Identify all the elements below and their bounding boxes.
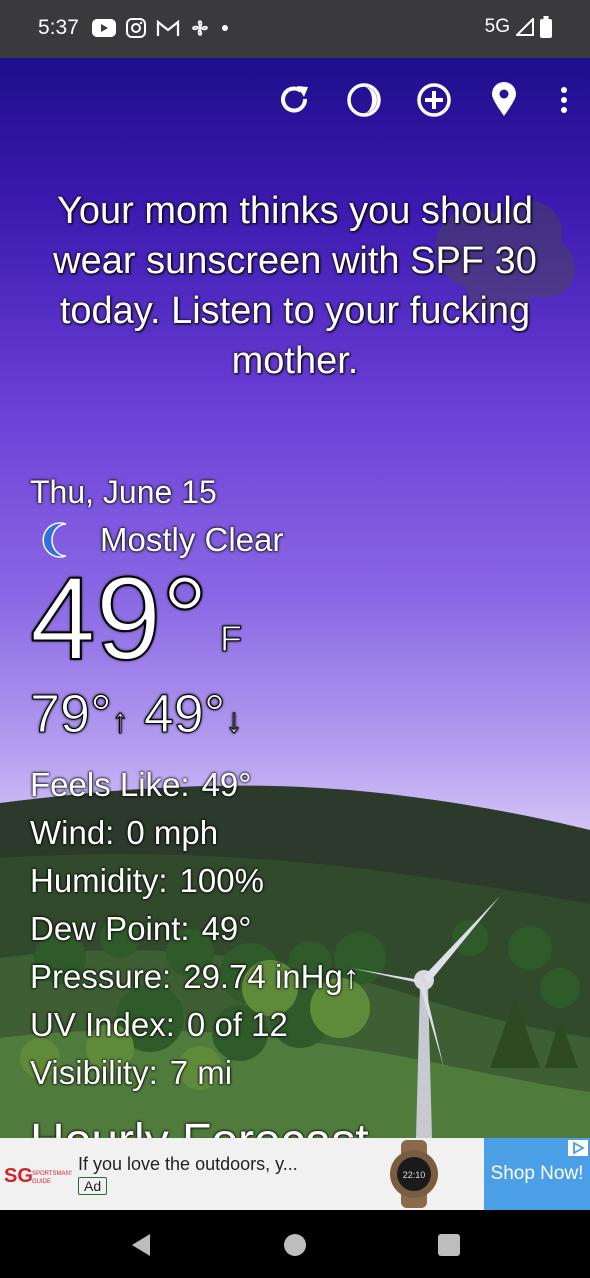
status-time: 5:37 [38,16,79,39]
temperature-row: 49° F [29,553,369,685]
stat-value: 0 of 12 [186,1006,288,1043]
location-pin-icon [492,82,516,116]
adchoices-icon[interactable] [568,1140,588,1156]
instagram-icon [126,18,146,38]
ad-badge: Ad [78,1177,108,1195]
stat-value: 0 mph [126,814,219,851]
system-nav-bar [0,1210,590,1278]
youtube-icon [92,19,116,37]
more-menu-button[interactable] [552,80,576,120]
stat-label: Visibility: [30,1054,158,1091]
stat-dew-point: Dew Point: 49° [30,905,369,953]
fan-icon [192,20,208,36]
stat-value: 29.74 inHg↑ [183,958,360,995]
svg-text:SPORTSMAN'S: SPORTSMAN'S [32,1171,72,1177]
high-arrow: ↑ [111,702,129,741]
stat-label: Feels Like: [30,766,190,803]
current-temperature: 49° [29,553,209,685]
add-location-icon [417,83,451,117]
home-icon[interactable] [280,1230,310,1260]
stats-list: Feels Like: 49° Wind: 0 mph Humidity: 100% … [30,761,369,1097]
advertiser-logo: SG SPORTSMAN'S GUIDE [2,1158,72,1192]
theme-icon [347,83,381,117]
ad-headline[interactable]: If you love the outdoors, y... [78,1154,298,1175]
hourly-forecast-heading: Hourly Forecast [30,1117,369,1139]
high-temperature: 79° [30,684,113,745]
refresh-icon [281,86,308,113]
location-button[interactable] [482,80,526,120]
network-type: 5G [484,16,510,37]
gmail-icon [156,19,180,36]
temperature-unit: F [220,618,243,660]
watch-product-image: 22:10 [390,1140,438,1208]
stat-humidity: Humidity: 100% [30,857,369,905]
stat-pressure: Pressure: 29.74 inHg↑ [30,953,369,1001]
stat-value: 100% [179,862,264,899]
app-toolbar [272,80,576,120]
theme-button[interactable] [342,80,386,120]
more-menu-icon [561,87,567,113]
svg-text:SG: SG [4,1165,33,1187]
system-icons: 5G [485,16,552,38]
stat-uv-index: UV Index: 0 of 12 [30,1001,369,1049]
watch-readout: 22:10 [403,1170,426,1180]
low-arrow: ↓ [225,702,243,741]
stat-label: Humidity: [30,862,168,899]
signal-icon [516,18,534,36]
high-low: 79°↑ 49°↓ [30,684,369,751]
notification-icons [92,18,230,38]
stat-wind: Wind: 0 mph [30,809,369,857]
back-icon[interactable] [126,1230,156,1260]
stat-label: Wind: [30,814,115,851]
weather-message: Your mom thinks you should wear sunscree… [53,190,537,382]
svg-text:GUIDE: GUIDE [32,1179,51,1185]
recents-icon[interactable] [434,1230,464,1260]
battery-icon [540,16,552,38]
current-conditions: Thu, June 15 Mostly Clear 49° F 79°↑ 49°… [29,472,369,1139]
dot-icon [222,25,228,31]
status-bar: 5:37 5G [0,0,590,58]
stat-label: UV Index: [30,1006,175,1043]
low-temperature: 49° [143,684,226,745]
add-location-button[interactable] [412,80,456,120]
stat-label: Pressure: [30,958,172,995]
stat-label: Dew Point: [30,910,190,947]
stat-value: 49° [201,910,252,947]
stat-value: 49° [201,766,252,803]
ad-banner[interactable]: SG SPORTSMAN'S GUIDE If you love the out… [0,1138,590,1210]
refresh-button[interactable] [272,80,316,120]
forecast-date: Thu, June 15 [30,474,217,510]
stat-value: 7 mi [169,1054,233,1091]
stat-visibility: Visibility: 7 mi [30,1049,369,1097]
stat-feels-like: Feels Like: 49° [30,761,369,809]
weather-app: Your mom thinks you should wear sunscree… [0,58,590,1138]
